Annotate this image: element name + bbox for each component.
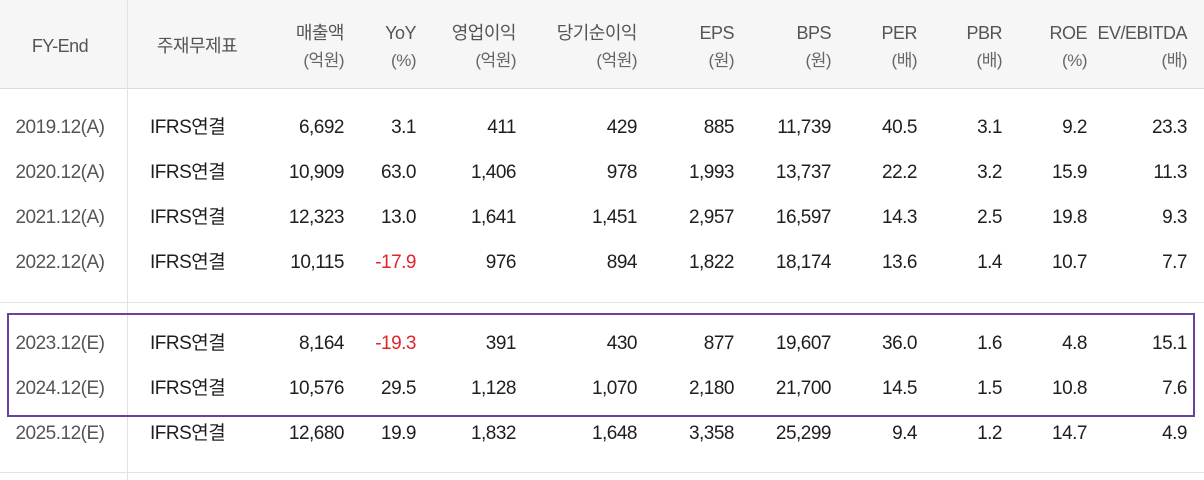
cell-net: 978	[606, 162, 638, 183]
cell-ev: 7.7	[1162, 252, 1187, 273]
cell-net: 1,451	[591, 207, 638, 228]
cell-yoy: 19.9	[381, 423, 416, 444]
cell-eps: 2,957	[688, 207, 735, 228]
header-eps-unit: (원)	[708, 50, 735, 70]
cell-op: 1,641	[470, 207, 517, 228]
header-per-unit: (배)	[891, 50, 918, 70]
cell-per: 40.5	[882, 117, 917, 138]
header-ev-unit: (배)	[1161, 50, 1188, 70]
cell-fy: 2025.12(E)	[15, 423, 105, 444]
cell-sales: 12,680	[288, 423, 345, 444]
header-bps-label: BPS	[796, 22, 831, 43]
cell-per: 14.3	[882, 207, 917, 228]
cell-bps: 16,597	[775, 207, 832, 228]
cell-ev: 4.9	[1162, 423, 1187, 444]
cell-fy: 2022.12(A)	[15, 252, 105, 273]
cell-roe: 9.2	[1062, 117, 1087, 138]
cell-sales: 10,115	[290, 252, 344, 273]
header-yoy-label: YoY	[385, 22, 416, 43]
cell-op: 411	[487, 117, 516, 138]
cell-ev: 9.3	[1162, 207, 1187, 228]
cell-pbr: 1.4	[977, 252, 1002, 273]
header-per-label: PER	[881, 22, 917, 43]
cell-eps: 3,358	[688, 423, 735, 444]
cell-pbr: 2.5	[977, 207, 1002, 228]
cell-roe: 14.7	[1052, 423, 1087, 444]
cell-bps: 25,299	[775, 423, 832, 444]
cell-basis: IFRS연결	[150, 252, 226, 273]
cell-ev: 11.3	[1153, 162, 1187, 183]
cell-bps: 13,737	[775, 162, 832, 183]
cell-fy: 2019.12(A)	[15, 117, 105, 138]
header-ev-label: EV/EBITDA	[1097, 22, 1187, 43]
estimate-highlight-box	[7, 313, 1195, 417]
header-sales-unit: (억원)	[303, 50, 344, 70]
header-sales-label: 매출액	[295, 22, 345, 43]
header-basis-label: 주재무제표	[156, 36, 238, 56]
cell-yoy: 13.0	[381, 207, 416, 228]
cell-basis: IFRS연결	[150, 162, 226, 183]
header-fy-label: FY-End	[31, 35, 89, 56]
cell-per: 22.2	[882, 162, 917, 183]
cell-op: 1,832	[470, 423, 517, 444]
cell-yoy: 3.1	[391, 117, 416, 138]
cell-per: 13.6	[882, 252, 917, 273]
cell-net: 429	[606, 117, 638, 138]
cell-net: 894	[606, 252, 638, 273]
cell-bps: 11,739	[777, 117, 831, 138]
cell-basis: IFRS연결	[150, 207, 226, 228]
cell-eps: 1,993	[688, 162, 735, 183]
cell-sales: 10,909	[288, 162, 345, 183]
cell-yoy: 63.0	[381, 162, 416, 183]
header-roe-label: ROE	[1049, 22, 1087, 43]
cell-roe: 15.9	[1052, 162, 1087, 183]
cell-sales: 6,692	[298, 117, 345, 138]
cell-per: 9.4	[892, 423, 917, 444]
cell-ev: 23.3	[1152, 117, 1187, 138]
cell-roe: 10.7	[1052, 252, 1087, 273]
cell-op: 1,406	[470, 162, 517, 183]
cell-net: 1,648	[591, 423, 638, 444]
header-eps-label: EPS	[699, 22, 734, 43]
header-net-label: 당기순이익	[556, 22, 638, 43]
header-yoy-unit: (%)	[391, 50, 416, 70]
header-op-unit: (억원)	[475, 50, 516, 70]
cell-pbr: 3.2	[977, 162, 1002, 183]
header-bps-unit: (원)	[805, 50, 832, 70]
row-group-divider	[0, 302, 1204, 303]
cell-bps: 18,174	[775, 252, 832, 273]
cell-fy: 2020.12(A)	[15, 162, 105, 183]
cell-pbr: 3.1	[977, 117, 1002, 138]
header-op-label: 영업이익	[451, 22, 517, 43]
header-roe-unit: (%)	[1062, 50, 1087, 70]
cell-roe: 19.8	[1052, 207, 1087, 228]
cell-pbr: 1.2	[977, 423, 1002, 444]
header-pbr-unit: (배)	[976, 50, 1003, 70]
cell-basis: IFRS연결	[150, 423, 226, 444]
cell-fy: 2021.12(A)	[15, 207, 105, 228]
header-pbr-label: PBR	[966, 22, 1002, 43]
cell-op: 976	[485, 252, 517, 273]
cell-basis: IFRS연결	[150, 117, 226, 138]
cell-sales: 12,323	[288, 207, 345, 228]
cell-eps: 1,822	[688, 252, 735, 273]
header-net-unit: (억원)	[596, 50, 637, 70]
table-bottom-border	[0, 472, 1204, 473]
cell-yoy: -17.9	[375, 252, 416, 273]
cell-eps: 885	[703, 117, 735, 138]
